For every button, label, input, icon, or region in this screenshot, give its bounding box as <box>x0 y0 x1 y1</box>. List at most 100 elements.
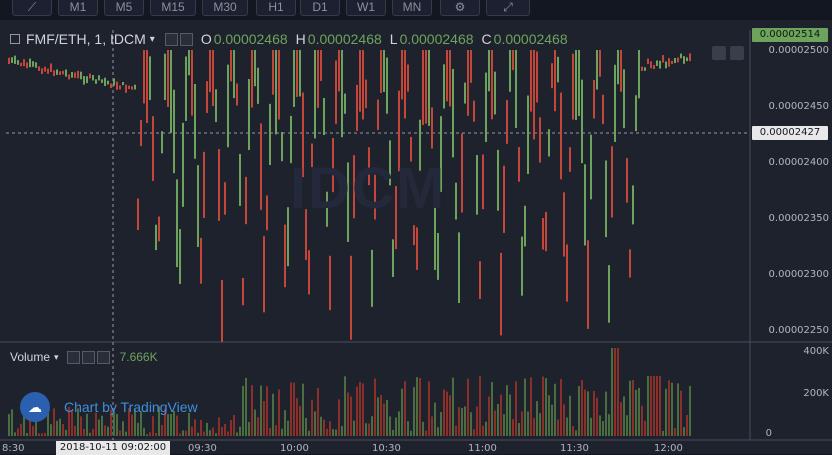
candlestick-chart[interactable] <box>0 0 832 454</box>
candle <box>593 80 595 119</box>
candle <box>377 99 379 130</box>
candle <box>560 92 562 180</box>
volume-bar <box>227 431 229 436</box>
candle <box>275 50 277 135</box>
candle <box>656 60 658 66</box>
candle <box>677 57 679 63</box>
candle <box>530 50 532 112</box>
candle <box>317 50 319 108</box>
scale-settings-button[interactable] <box>712 46 726 60</box>
volume-bar <box>293 382 295 436</box>
candle <box>608 265 610 323</box>
candle <box>20 62 22 67</box>
volume-bar <box>272 393 274 436</box>
candle <box>8 57 10 65</box>
volume-close-icon[interactable] <box>96 350 110 364</box>
volume-bar <box>266 386 268 436</box>
legend-hide-icon[interactable] <box>179 32 193 46</box>
volume-bar <box>530 377 532 436</box>
candle <box>545 211 547 252</box>
candle <box>437 233 439 280</box>
volume-bar <box>647 376 649 436</box>
volume-axis-label: 0 <box>765 428 772 439</box>
symbol-title[interactable]: FMF/ETH, 1, IDCM <box>26 31 146 47</box>
candle <box>497 149 499 211</box>
volume-bar <box>557 419 559 436</box>
volume-bar <box>689 386 691 436</box>
candle <box>458 232 460 303</box>
candle <box>464 82 466 104</box>
candle <box>644 67 646 71</box>
symbol-dropdown-icon[interactable]: ▾ <box>150 34 155 45</box>
volume-bar <box>659 376 661 436</box>
volume-bar <box>680 390 682 436</box>
candle <box>443 64 445 109</box>
candle <box>506 99 508 144</box>
volume-bar <box>542 376 544 436</box>
candle <box>62 70 64 75</box>
candle <box>143 50 145 104</box>
close-key: C <box>481 31 492 47</box>
volume-bar <box>638 387 640 436</box>
candle <box>50 63 52 72</box>
volume-bar <box>665 388 667 436</box>
candle <box>92 75 94 81</box>
volume-bar <box>329 421 331 436</box>
volume-bar <box>338 399 340 436</box>
time-axis-label: 8:30 <box>2 443 25 454</box>
volume-bar <box>470 412 472 436</box>
candle <box>605 160 607 238</box>
candle <box>74 72 76 79</box>
candle <box>350 255 352 340</box>
candle <box>422 50 424 126</box>
volume-bar <box>650 376 652 436</box>
volume-bar <box>419 378 421 436</box>
volume-bar <box>122 421 124 436</box>
candle <box>38 66 40 71</box>
candle <box>611 146 613 218</box>
volume-bar <box>509 394 511 436</box>
candle <box>11 57 13 63</box>
volume-hide-icon[interactable] <box>81 350 95 364</box>
volume-bar <box>212 427 214 436</box>
candle <box>518 147 520 182</box>
candle <box>578 50 580 117</box>
candle <box>104 77 106 86</box>
tradingview-badge[interactable]: ☁ Chart by TradingView <box>20 392 198 422</box>
volume-bar <box>299 406 301 436</box>
price-axis-label: 0.00002350 <box>768 213 829 224</box>
volume-bar <box>491 382 493 436</box>
volume-bar <box>653 376 655 436</box>
candle <box>428 50 430 126</box>
volume-bar <box>428 381 430 436</box>
candle <box>113 78 115 86</box>
candle <box>533 50 535 140</box>
scale-close-button[interactable] <box>730 46 744 60</box>
volume-dropdown-icon[interactable]: ▾ <box>54 352 59 363</box>
volume-bar <box>221 426 223 436</box>
volume-bar <box>497 403 499 436</box>
time-axis-label: 09:30 <box>188 443 217 454</box>
legend-settings-icon[interactable] <box>164 32 178 46</box>
price-axis-label: 0.00002450 <box>768 101 829 112</box>
volume-bar <box>545 378 547 436</box>
volume-settings-icon[interactable] <box>66 350 80 364</box>
candle <box>35 62 37 68</box>
candle <box>467 50 469 116</box>
last-price-tag: 0.00002514 <box>752 28 828 42</box>
candle <box>380 50 382 93</box>
collapse-legend-icon[interactable] <box>10 34 20 44</box>
volume-bar <box>401 388 403 436</box>
volume-bar <box>644 420 646 436</box>
volume-bar <box>521 411 523 436</box>
candle <box>494 71 496 115</box>
candle <box>80 71 82 80</box>
volume-legend: Volume ▾ 7.666K <box>10 350 158 364</box>
candle <box>209 50 211 93</box>
time-axis-label: 10:30 <box>372 443 401 454</box>
volume-bar <box>41 433 43 436</box>
candle <box>122 82 124 86</box>
candle <box>206 81 208 113</box>
candle <box>623 69 625 129</box>
volume-title[interactable]: Volume <box>10 350 50 364</box>
